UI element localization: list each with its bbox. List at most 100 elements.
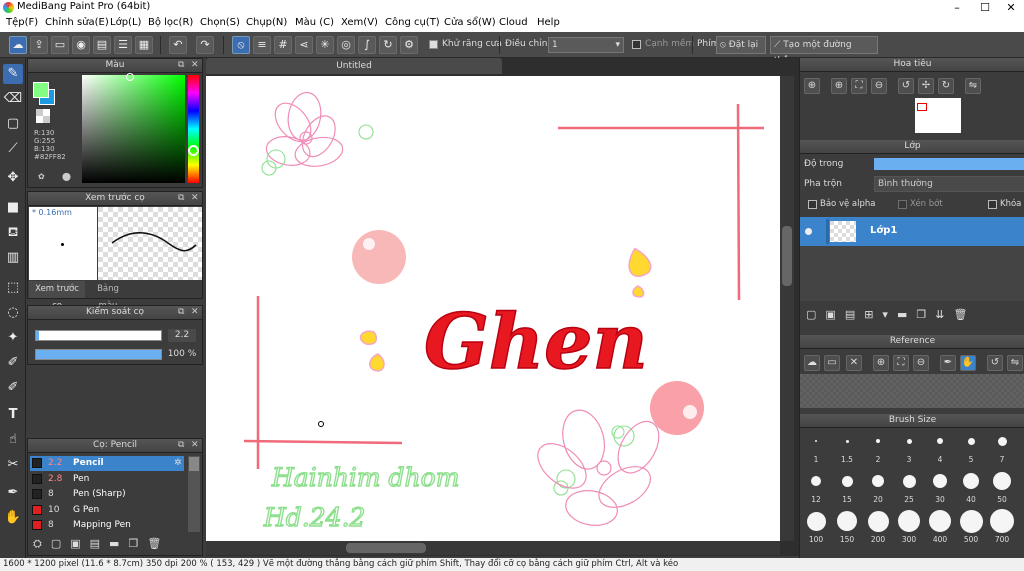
brush-size-preset[interactable]: 25 [894, 468, 924, 508]
brush-size-preset[interactable]: 700 [987, 508, 1017, 548]
curve-snap-icon[interactable]: ∫ [358, 36, 376, 54]
brush-size-preset[interactable]: 500 [956, 508, 986, 548]
lock-checkbox[interactable] [988, 200, 997, 212]
brush-size-preset[interactable]: 5 [956, 428, 986, 468]
brush-size-preset[interactable]: 20 [863, 468, 893, 508]
visibility-eye-icon[interactable] [805, 228, 812, 235]
no-snap-icon[interactable]: ⦸ [232, 36, 250, 54]
operation-tool-icon[interactable]: ☝ [3, 430, 23, 450]
menu-snap[interactable]: Chụp(N) [246, 17, 287, 28]
fill-rect-tool-icon[interactable]: ■ [3, 198, 23, 218]
zoom-out-icon[interactable]: ⊖ [913, 355, 929, 371]
scrollbar-thumb[interactable] [782, 226, 792, 286]
clipping-checkbox[interactable] [898, 200, 907, 212]
magic-wand-tool-icon[interactable]: ✦ [3, 328, 23, 348]
menu-edit[interactable]: Chỉnh sửa(E) [45, 17, 109, 28]
tab-brush-preview[interactable]: Xem trước cọ [29, 281, 85, 311]
brush-size-preset[interactable]: 400 [925, 508, 955, 548]
zoom-in-2-icon[interactable]: ⊕ [831, 78, 847, 94]
delete-layer-icon[interactable]: 🗑 [953, 308, 976, 321]
eyedrop-small-icon[interactable]: ⬤ [62, 172, 71, 181]
menu-tools[interactable]: Công cụ(T) [385, 17, 440, 28]
brush-size-preset[interactable]: 150 [832, 508, 862, 548]
merge-layer-icon[interactable]: ⇊ [935, 308, 953, 321]
cross-snap-icon[interactable]: # [274, 36, 292, 54]
transparent-swatch[interactable] [36, 109, 50, 123]
brush-size-preset[interactable]: 50 [987, 468, 1017, 508]
rect-tool-icon[interactable]: ▢ [3, 114, 23, 134]
hand-icon[interactable]: ✋ [960, 355, 976, 371]
undock-icon[interactable]: ⧉ [178, 307, 184, 317]
flip-icon[interactable]: ⇋ [1007, 355, 1023, 371]
picker-cursor[interactable] [126, 73, 134, 81]
palette-icon[interactable]: ✿ [38, 172, 45, 181]
brush-settings-gear-icon[interactable]: ✲ [174, 456, 182, 471]
radial-snap-icon[interactable]: ✳ [316, 36, 334, 54]
rotate-snap-icon[interactable]: ↻ [379, 36, 397, 54]
brush-size-preset[interactable]: 200 [863, 508, 893, 548]
hand-tool-icon[interactable]: ✋ [3, 508, 23, 528]
menu-layer[interactable]: Lớp(L) [110, 17, 141, 28]
fit-icon[interactable]: ⛶ [851, 78, 867, 94]
tab-color-palette[interactable]: Bảng màu [87, 281, 129, 311]
brush-size-preset[interactable]: 30 [925, 468, 955, 508]
brush-list-item[interactable]: 10 G Pen [30, 503, 184, 518]
brush-tool-icon[interactable]: ✎ [3, 64, 23, 84]
select-eraser-tool-icon[interactable]: ✐ [3, 378, 23, 398]
grid-icon[interactable]: ▦ [135, 36, 153, 54]
brush-list-item[interactable]: 8 Mapping Pen [30, 518, 184, 533]
layer-opacity-slider[interactable] [874, 158, 1024, 170]
brush-size-preset[interactable]: 7 [987, 428, 1017, 468]
open-cloud-icon[interactable]: ☁ [804, 355, 820, 371]
brush-size-preset[interactable]: 1 [801, 428, 831, 468]
select-tool-icon[interactable]: ⬚ [3, 278, 23, 298]
brush-size-preset[interactable]: 3 [894, 428, 924, 468]
close-button[interactable]: ✕ [998, 0, 1024, 16]
antialias-checkbox[interactable] [429, 40, 438, 52]
cloud-icon[interactable]: ☁ [9, 36, 27, 54]
text-tool-icon[interactable]: T [3, 405, 23, 425]
brush-list-scrollbar[interactable] [188, 456, 200, 532]
open-image-icon[interactable]: ▭ [824, 355, 840, 371]
maximize-button[interactable]: ☐ [972, 0, 998, 16]
brush-size-preset[interactable]: 100 [801, 508, 831, 548]
scrollbar-thumb[interactable] [189, 457, 199, 471]
duplicate-layer-icon[interactable]: ❐ [916, 308, 935, 321]
close-icon[interactable]: ✕ [191, 60, 199, 70]
brush-add-cloud-icon[interactable]: ⛭ [33, 537, 51, 550]
reference-view[interactable] [800, 374, 1024, 408]
layer-row[interactable]: Lớp1 [800, 217, 1024, 246]
brush-list-item[interactable]: 2.2 Pencil ✲ [30, 456, 184, 471]
undo-icon[interactable]: ↶ [169, 36, 187, 54]
rotate-left-icon[interactable]: ↺ [898, 78, 914, 94]
fit-icon[interactable]: ⛶ [893, 355, 909, 371]
saturation-value-picker[interactable] [82, 75, 185, 183]
brush-delete-icon[interactable]: 🗑 [147, 537, 170, 550]
menu-window[interactable]: Cửa sổ(W) [444, 17, 496, 28]
rotate-icon[interactable]: ↺ [987, 355, 1003, 371]
undock-icon[interactable]: ⧉ [178, 193, 184, 203]
hue-slider-handle[interactable] [188, 145, 199, 156]
list-icon[interactable]: ☰ [114, 36, 132, 54]
vanishing-snap-icon[interactable]: ⋖ [295, 36, 313, 54]
viewport-indicator[interactable] [917, 103, 927, 111]
share-icon[interactable]: ◉ [72, 36, 90, 54]
menu-file[interactable]: Tệp(F) [6, 17, 38, 28]
new-layer-icon[interactable]: ▢ [806, 308, 825, 321]
close-icon[interactable]: ✕ [191, 193, 199, 203]
comment-icon[interactable]: ▭ [51, 36, 69, 54]
straight-line-button[interactable]: ⟋ Tạo một đường thẳng [770, 36, 878, 66]
layer-folder-icon[interactable]: ▬ [897, 308, 916, 321]
eraser-tool-icon[interactable]: ⌫ [3, 89, 23, 109]
brush-size-preset[interactable]: 12 [801, 468, 831, 508]
brush-new-icon[interactable]: ▢ [51, 537, 70, 550]
correction-select[interactable]: 1 ▾ [548, 37, 624, 53]
canvas-horizontal-scrollbar[interactable] [206, 541, 780, 555]
blend-select[interactable]: Bình thường [874, 176, 1024, 192]
brush-list-item[interactable]: 2.8 Pen [30, 472, 184, 487]
brush-opacity-slider[interactable] [35, 349, 162, 360]
lasso-tool-icon[interactable]: ◌ [3, 303, 23, 323]
foreground-color-swatch[interactable] [33, 82, 49, 98]
brush-size-preset[interactable]: 1.5 [832, 428, 862, 468]
move-tool-icon[interactable]: ✥ [3, 168, 23, 188]
